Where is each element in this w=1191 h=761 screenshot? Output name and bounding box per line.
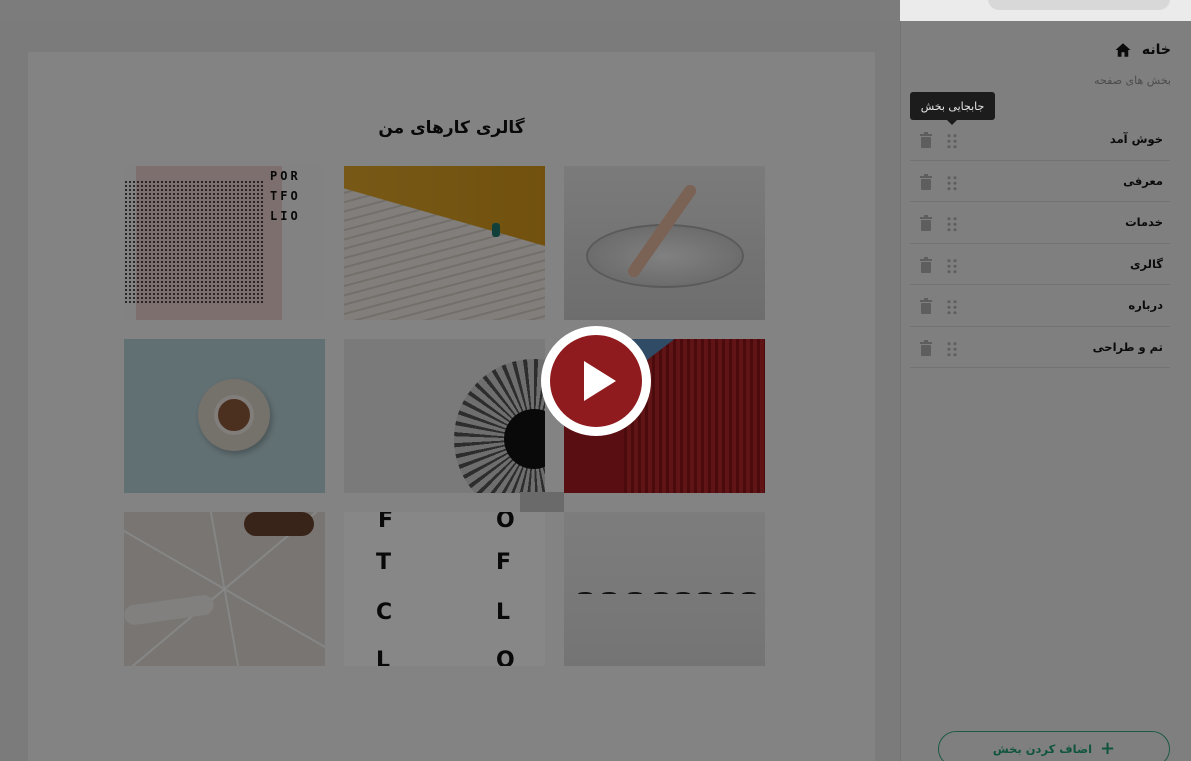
section-label: معرفی <box>1123 173 1163 188</box>
section-label: خدمات <box>1125 215 1163 229</box>
trash-icon[interactable] <box>919 256 933 273</box>
section-label: گالری <box>1129 256 1163 271</box>
section-item[interactable]: خوش آمد <box>910 119 1170 161</box>
modal-overlay[interactable] <box>0 0 900 761</box>
play-icon <box>584 361 616 401</box>
section-item[interactable]: معرفی <box>910 161 1170 202</box>
section-item[interactable]: درباره <box>910 285 1170 327</box>
section-label: درباره <box>1128 298 1163 312</box>
drag-handle-icon[interactable] <box>946 257 958 274</box>
top-search-pill[interactable] <box>988 0 1170 10</box>
home-icon[interactable] <box>1114 41 1132 59</box>
section-label: تم و طراحی <box>1092 339 1163 354</box>
breadcrumb-home-label: خانه <box>1141 42 1171 58</box>
drag-handle-icon[interactable] <box>946 216 958 232</box>
breadcrumb[interactable]: خانه <box>1114 41 1171 59</box>
drag-handle-icon[interactable] <box>946 299 958 315</box>
drag-handle-icon[interactable] <box>946 340 958 357</box>
video-play-button[interactable] <box>541 326 651 436</box>
drag-handle-icon[interactable] <box>946 174 958 191</box>
trash-icon[interactable] <box>919 215 933 231</box>
gallery-gap <box>520 492 564 512</box>
add-section-button[interactable]: + اضاف کردن بخش <box>938 731 1170 761</box>
trash-icon[interactable] <box>919 298 933 314</box>
sidebar-subtitle: بخش های صفحه <box>1094 74 1171 87</box>
trash-icon[interactable] <box>919 339 933 356</box>
trash-icon[interactable] <box>919 132 933 148</box>
section-item[interactable]: گالری <box>910 244 1170 285</box>
section-item[interactable]: تم و طراحی <box>910 327 1170 368</box>
add-section-label: اضاف کردن بخش <box>992 742 1093 756</box>
drag-handle-icon[interactable] <box>946 133 958 149</box>
trash-icon[interactable] <box>919 173 933 190</box>
plus-icon: + <box>1100 738 1116 759</box>
section-list: خوش آمد معرفی خدمات گالری درباره تم و طر… <box>910 119 1170 368</box>
drag-tooltip: جابجایی بخش <box>910 92 995 125</box>
section-item[interactable]: خدمات <box>910 202 1170 244</box>
section-label: خوش آمد <box>1109 132 1163 146</box>
